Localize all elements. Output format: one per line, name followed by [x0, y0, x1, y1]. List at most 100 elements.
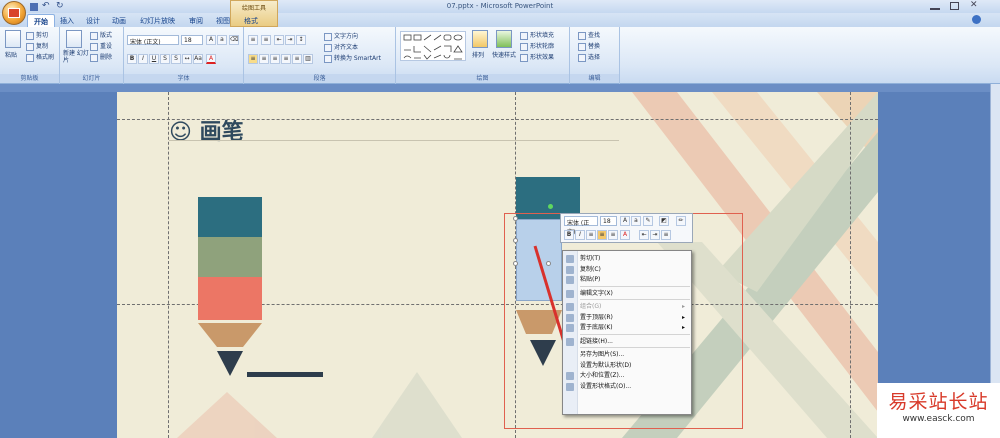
shape-effects-button[interactable]: 形状效果	[520, 52, 554, 62]
arrange-button[interactable]: 排列	[472, 50, 484, 59]
select-button[interactable]: 选择	[578, 52, 600, 62]
undo-icon[interactable]: ↶	[42, 1, 50, 11]
quick-styles-icon[interactable]	[496, 30, 512, 48]
tab-design[interactable]: 设计	[80, 14, 106, 27]
increase-indent-icon[interactable]: ⇥	[650, 230, 660, 240]
menu-item[interactable]: 置于底层(K) ▸	[563, 322, 691, 334]
format-painter-button[interactable]: 格式刷	[26, 52, 54, 62]
paste-icon[interactable]	[5, 30, 21, 48]
help-icon[interactable]	[972, 15, 981, 24]
replace-button[interactable]: 替换	[578, 41, 600, 51]
font-name-combo[interactable]: 宋体 (正文)	[127, 35, 179, 46]
menu-item[interactable]: 粘贴(P)	[563, 274, 691, 286]
align-right-icon[interactable]: ≡	[270, 54, 280, 64]
copy-button[interactable]: 复制	[26, 41, 48, 51]
grow-font-icon[interactable]: A	[206, 35, 216, 45]
format-painter-icon[interactable]: ✎	[643, 216, 653, 226]
office-button[interactable]	[2, 1, 26, 25]
decrease-indent-icon[interactable]: ⇤	[274, 35, 284, 45]
tab-home[interactable]: 开始	[27, 14, 55, 27]
minimize-button[interactable]	[930, 2, 940, 10]
shapes-gallery[interactable]	[400, 31, 466, 61]
pencil-block-green[interactable]	[198, 237, 262, 277]
align-center-icon[interactable]: ≡	[259, 54, 269, 64]
bullets-icon[interactable]: ≡	[661, 230, 671, 240]
change-case-icon[interactable]: Aa	[193, 54, 203, 64]
numbering-icon[interactable]: ≡	[261, 35, 271, 45]
cut-icon	[26, 31, 34, 40]
bold-icon[interactable]: B	[127, 54, 137, 64]
tab-animation[interactable]: 动画	[106, 14, 132, 27]
editing-group: 查找 替换 选择 编辑	[570, 27, 620, 84]
font-size-combo[interactable]: 18	[181, 35, 203, 45]
shape-fill-button[interactable]: 形状填充	[520, 30, 554, 40]
tab-view[interactable]: 视图	[210, 14, 236, 27]
distribute-icon[interactable]: ≡	[292, 54, 302, 64]
close-button[interactable]: ✕	[970, 0, 978, 10]
bold-icon[interactable]: B	[564, 230, 574, 240]
align-left-icon[interactable]: ≡	[586, 230, 596, 240]
smartart-button[interactable]: 转换为 SmartArt	[324, 53, 381, 63]
outline-icon[interactable]: ✏	[676, 216, 686, 226]
rotation-handle[interactable]	[548, 204, 553, 209]
shrink-font-icon[interactable]: a	[631, 216, 641, 226]
text-direction-button[interactable]: 文字方向	[324, 31, 358, 41]
clear-format-icon[interactable]: ⌫	[229, 35, 239, 45]
menu-item[interactable]: 超链接(H)...	[563, 336, 691, 348]
decrease-indent-icon[interactable]: ⇤	[639, 230, 649, 240]
font-color-icon[interactable]: A	[620, 230, 630, 240]
tab-slideshow[interactable]: 幻灯片放映	[134, 14, 181, 27]
slides-group: 新建 幻灯片 版式 重设 删除 幻灯片	[60, 27, 124, 84]
quick-styles-button[interactable]: 快速样式	[492, 50, 516, 59]
cut-button[interactable]: 剪切	[26, 30, 48, 40]
pencil-line[interactable]	[247, 372, 323, 377]
columns-icon[interactable]: ▥	[303, 54, 313, 64]
fill-color-icon[interactable]: ◩	[659, 216, 669, 226]
italic-icon[interactable]: I	[575, 230, 585, 240]
increase-indent-icon[interactable]: ⇥	[285, 35, 295, 45]
new-slide-icon[interactable]	[66, 30, 82, 48]
slide-title[interactable]: ☺ 画笔	[169, 114, 244, 146]
menu-item[interactable]: 编辑文字(X)	[563, 288, 691, 300]
menu-item[interactable]: 设置形状格式(O)...	[563, 381, 691, 393]
tab-insert[interactable]: 插入	[54, 14, 80, 27]
vertical-guide[interactable]	[850, 92, 851, 438]
justify-icon[interactable]: ≡	[281, 54, 291, 64]
grow-font-icon[interactable]: A	[620, 216, 630, 226]
pencil-block-red[interactable]	[198, 277, 262, 320]
font-color-icon[interactable]: A	[206, 54, 216, 64]
mini-font-combo[interactable]: 宋体 (正文)	[564, 216, 598, 236]
arrange-icon[interactable]	[472, 30, 488, 48]
tab-format[interactable]: 格式	[238, 14, 264, 27]
slide-canvas[interactable]: ☺ 画笔	[117, 92, 878, 438]
save-icon[interactable]	[30, 3, 38, 11]
align-center-icon[interactable]: ≡	[597, 230, 607, 240]
align-left-icon[interactable]: ≡	[248, 54, 258, 64]
context-menu: 剪切(T) 复制(C) 粘贴(P) 编辑文字(X) 组合(G) ▸ 置于顶层(R) ▸ 置于底层…	[562, 250, 692, 415]
find-button[interactable]: 查找	[578, 30, 600, 40]
pencil-tip[interactable]	[198, 323, 262, 378]
paste-button[interactable]: 粘贴	[5, 50, 17, 59]
underline-icon[interactable]: U	[149, 54, 159, 64]
tab-review[interactable]: 审阅	[183, 14, 209, 27]
italic-icon[interactable]: I	[138, 54, 148, 64]
shadow-icon[interactable]: S	[171, 54, 181, 64]
maximize-button[interactable]	[950, 2, 959, 10]
delete-slide-button[interactable]: 删除	[90, 52, 112, 62]
shrink-font-icon[interactable]: a	[217, 35, 227, 45]
shape-outline-button[interactable]: 形状轮廓	[520, 41, 554, 51]
strikethrough-icon[interactable]: S	[160, 54, 170, 64]
layout-button[interactable]: 版式	[90, 30, 112, 40]
pencil-block-teal[interactable]	[198, 197, 262, 237]
font-group: 宋体 (正文) 18 A a ⌫ B I U S S ↔ Aa A 字体	[124, 27, 244, 84]
align-text-button[interactable]: 对齐文本	[324, 42, 358, 52]
slide-title-text: 画笔	[199, 120, 244, 145]
redo-icon[interactable]: ↻	[56, 1, 64, 11]
reset-button[interactable]: 重设	[90, 41, 112, 51]
char-spacing-icon[interactable]: ↔	[182, 54, 192, 64]
line-spacing-icon[interactable]: ↕	[296, 35, 306, 45]
new-slide-button[interactable]: 新建 幻灯片	[63, 50, 89, 64]
mini-size-combo[interactable]: 18	[600, 216, 617, 226]
align-right-icon[interactable]: ≡	[608, 230, 618, 240]
bullets-icon[interactable]: ≡	[248, 35, 258, 45]
